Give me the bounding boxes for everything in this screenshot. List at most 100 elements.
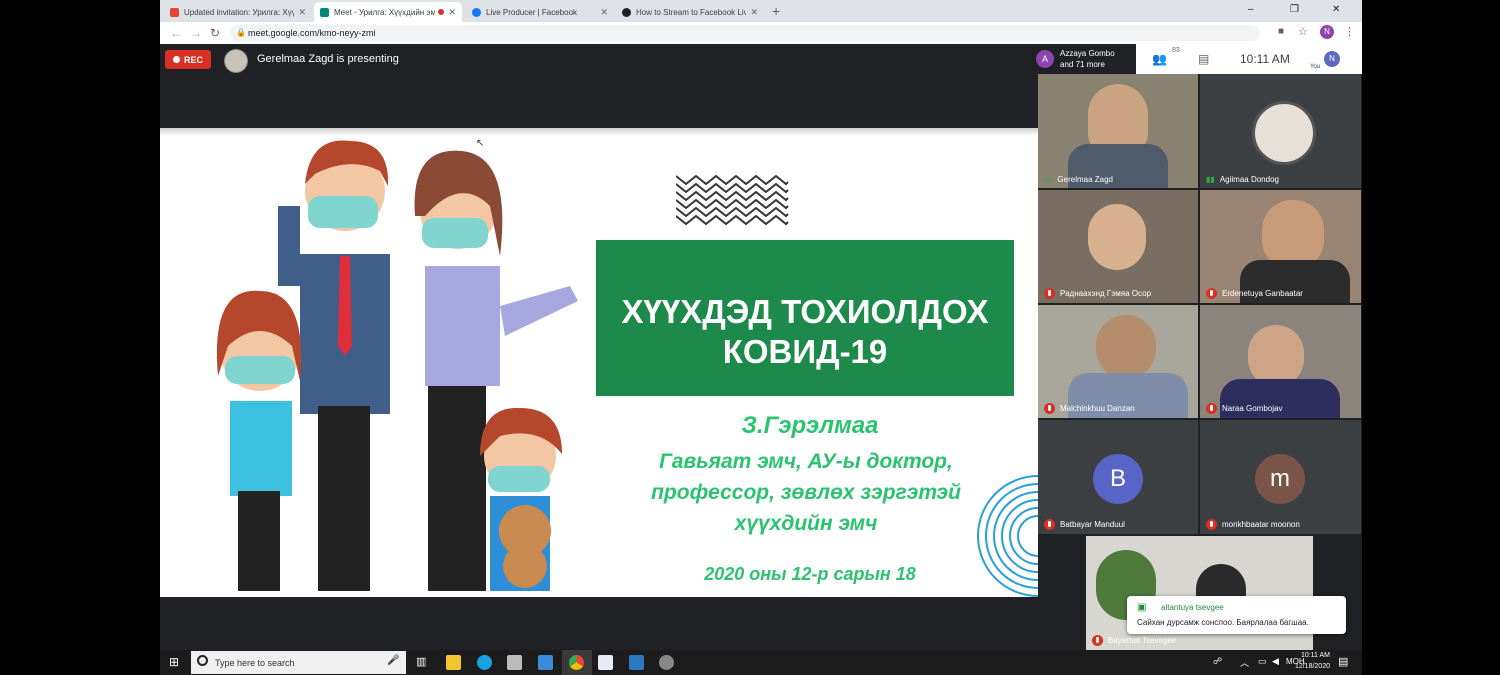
mic-off-icon <box>1206 519 1217 530</box>
store-icon[interactable] <box>507 655 522 670</box>
participant-count: 83 <box>1172 47 1180 54</box>
minimize-button[interactable]: – <box>1248 4 1254 15</box>
mouse-cursor-icon: ↖ <box>476 138 485 149</box>
close-window-button[interactable]: ✕ <box>1332 4 1340 15</box>
taskbar-search-input[interactable]: Type here to search 🎤 <box>191 651 406 674</box>
volume-icon[interactable]: ◀ <box>1272 656 1279 667</box>
slide-top-shadow <box>160 128 1038 136</box>
chrome-taskbar-active[interactable] <box>562 650 592 675</box>
tile-malchinkhuu-danzan[interactable]: Malchinkhuu Danzan <box>1038 305 1198 418</box>
tile-gerelmaa-zagd[interactable]: ••• Gerelmaa Zagd <box>1038 74 1198 188</box>
tile-name: Bayarbat Tsevegee <box>1108 636 1177 645</box>
obs-icon[interactable] <box>659 655 674 670</box>
tile-name: monkhbaatar moonon <box>1222 520 1300 529</box>
windows-taskbar: ⊞ Type here to search 🎤 ▥ ☍ ︿ ▭ ◀ МОН 10… <box>160 650 1362 675</box>
address-bar-row: ← → ↻ 🔒 meet.google.com/kmo-neyy-zmi ■ ☆… <box>160 22 1362 45</box>
gmail-icon <box>170 7 179 17</box>
slide-credentials: Гавьяат эмч, АУ-ы доктор, профессор, зөв… <box>651 450 961 535</box>
tile-name: Erdenetuya Ganbaatar <box>1222 289 1303 298</box>
chevron-up-icon[interactable]: ︿ <box>1240 656 1249 669</box>
reload-icon[interactable]: ↻ <box>210 26 220 40</box>
taskbar-clock-date[interactable]: 12/18/2020 <box>1290 663 1330 670</box>
tile-name: Naraa Gombojav <box>1222 404 1283 413</box>
windows-start-icon[interactable]: ⊞ <box>169 655 179 669</box>
forward-icon[interactable]: → <box>190 26 202 40</box>
tile-name: Раднаахэнд Гэмяа Осор <box>1060 289 1152 298</box>
taskbar-clock-time[interactable]: 10:11 AM <box>1290 652 1330 659</box>
notifications-icon[interactable]: ▤ <box>1338 655 1348 668</box>
tile-radnaakhend-osor[interactable]: Раднаахэнд Гэмяа Осор <box>1038 190 1198 303</box>
close-icon[interactable]: ✕ <box>600 7 608 18</box>
tab-label: Live Producer | Facebook <box>486 7 578 17</box>
url-input[interactable]: 🔒 meet.google.com/kmo-neyy-zmi <box>230 25 1260 41</box>
participant-initial-avatar: m <box>1255 454 1305 504</box>
lock-icon: 🔒 <box>236 28 246 37</box>
file-explorer-icon[interactable] <box>446 655 461 670</box>
tile-name: Gerelmaa Zagd <box>1057 175 1113 184</box>
maximize-button[interactable]: ❐ <box>1290 4 1299 15</box>
chat-sender: altantuya tsevgee <box>1161 603 1224 612</box>
close-icon[interactable]: ✕ <box>448 7 456 18</box>
zigzag-decoration <box>676 174 789 226</box>
microphone-icon[interactable]: 🎤 <box>387 655 399 666</box>
chat-notification[interactable]: ▣ altantuya tsevgee Сайхан дурсамж сонсл… <box>1127 596 1346 634</box>
rec-label: REC <box>183 54 203 65</box>
tile-naraa-gombojav[interactable]: Naraa Gombojav <box>1200 305 1361 418</box>
recording-badge: REC <box>165 50 211 69</box>
meet-window: REC Gerelmaa Zagd is presenting A Azzaya… <box>160 44 1362 650</box>
tile-batbayar-manduul[interactable]: B Batbayar Manduul <box>1038 420 1198 534</box>
concentric-circles-decoration <box>977 475 1038 597</box>
word-icon[interactable] <box>598 655 613 670</box>
profile-avatar[interactable]: N <box>1320 25 1334 39</box>
slide-presenter-name: З.Гэрэлмаа <box>741 412 879 439</box>
chat-message-icon: ▣ <box>1137 602 1147 613</box>
self-avatar[interactable]: N <box>1324 51 1340 67</box>
tab-gmail[interactable]: Updated invitation: Урилга: Хүүх ✕ <box>164 2 312 22</box>
participant-initial-avatar: B <box>1093 454 1143 504</box>
people-tray-icon[interactable]: ☍ <box>1213 656 1222 667</box>
more-icon[interactable]: ⋮ <box>1344 25 1355 38</box>
tile-name: Batbayar Manduul <box>1060 520 1125 529</box>
back-icon[interactable]: ← <box>170 26 182 40</box>
edge-icon[interactable] <box>477 655 492 670</box>
people-icon[interactable]: 👥 <box>1152 52 1167 66</box>
github-icon <box>622 7 631 17</box>
tile-monkhbaatar-moonon[interactable]: m monkhbaatar moonon <box>1200 420 1361 534</box>
recording-dot-icon <box>438 9 445 15</box>
task-view-icon[interactable]: ▥ <box>416 655 426 668</box>
meet-icon <box>320 7 329 17</box>
chat-message: Сайхан дурсамж сонслоо. Баярлалаа багшаа… <box>1137 618 1309 627</box>
presentation-slide: ХҮҮХДЭД ТОХИОЛДОХ КОВИД-19 З.Гэрэлмаа Га… <box>160 128 1038 597</box>
speaking-icon: ••• <box>1044 175 1053 184</box>
close-icon[interactable]: ✕ <box>298 7 306 18</box>
camera-icon[interactable]: ■ <box>1278 26 1284 37</box>
tile-name: Malchinkhuu Danzan <box>1060 404 1135 413</box>
slide-date: 2020 оны 12-р сарын 18 <box>704 564 916 584</box>
tab-how-to-stream[interactable]: How to Stream to Facebook Live ✕ <box>616 2 764 22</box>
network-icon[interactable]: ▭ <box>1258 656 1267 667</box>
participants-chip[interactable]: A Azzaya Gombo and 71 more <box>1032 44 1136 74</box>
tab-facebook-live-producer[interactable]: Live Producer | Facebook ✕ <box>466 2 614 22</box>
tab-label: Updated invitation: Урилга: Хүүх <box>184 7 295 17</box>
star-icon[interactable]: ☆ <box>1298 25 1308 38</box>
chat-icon[interactable]: ▤ <box>1198 52 1209 66</box>
mail-icon[interactable] <box>538 655 553 670</box>
participant-video <box>1088 204 1146 270</box>
audio-level-icon: ▮▮ <box>1206 175 1215 184</box>
mic-off-icon <box>1044 288 1055 299</box>
slide-title-box: ХҮҮХДЭД ТОХИОЛДОХ КОВИД-19 <box>596 240 1014 396</box>
browser-tab-bar: Updated invitation: Урилга: Хүүх ✕ Meet … <box>160 0 1362 22</box>
meeting-time: 10:11 AM <box>1240 52 1290 66</box>
tab-meet[interactable]: Meet - Урилга: Хүүхдийн эм ✕ <box>314 2 462 22</box>
new-tab-button[interactable]: + <box>772 3 780 19</box>
tile-erdenetuya-ganbaatar[interactable]: Erdenetuya Ganbaatar <box>1200 190 1361 303</box>
mic-off-icon <box>1092 635 1103 646</box>
participants-label: Azzaya Gombo and 71 more <box>1060 49 1115 69</box>
tile-agiimaa-dondog[interactable]: ▮▮ Agiimaa Dondog <box>1200 74 1361 188</box>
photos-icon[interactable] <box>629 655 644 670</box>
meet-top-right-bar: A Azzaya Gombo and 71 more 👥 83 ▤ 10:11 … <box>1032 44 1362 74</box>
participant-avatar: A <box>1036 50 1054 68</box>
close-icon[interactable]: ✕ <box>750 7 758 18</box>
you-label: You <box>1310 64 1321 70</box>
presenting-text: Gerelmaa Zagd is presenting <box>257 53 399 65</box>
